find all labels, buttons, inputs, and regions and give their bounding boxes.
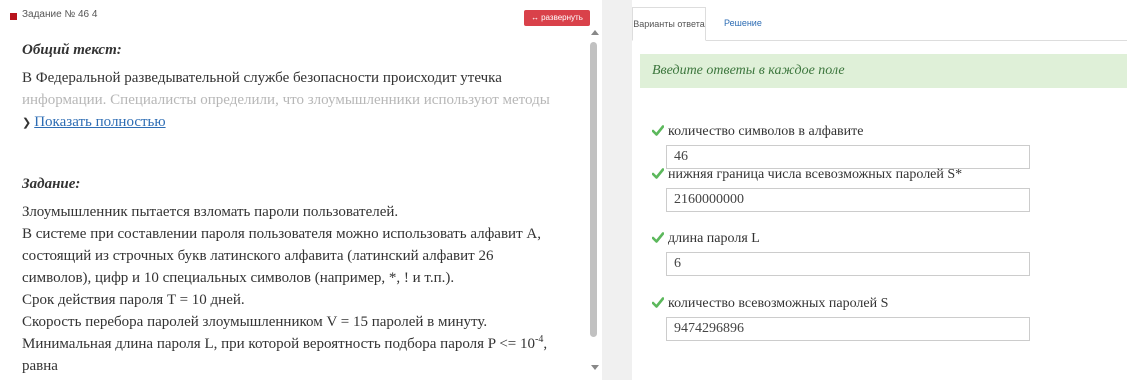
chevron-down-icon: ❯ [22,117,32,129]
tab-answers[interactable]: Варианты ответа [632,7,706,41]
assignment-line8: равна [22,358,58,374]
general-heading: Общий текст: [22,42,122,58]
answer-field-2: нижняя граница числа всевозможных пароле… [652,165,1030,212]
answer-tabs: Варианты ответа Решение [632,0,1127,41]
assignment-heading: Задание: [22,176,81,192]
answer-field-3: длина пароля L 6 [652,229,1030,276]
assignment-line6: Скорость перебора паролей злоумышленнико… [22,314,488,330]
answer-field-4: количество всевозможных паролей S 947429… [652,294,1030,341]
task-number: Задание № 46 4 [22,9,98,20]
field-label: нижняя граница числа всевозможных пароле… [668,167,963,182]
general-text-line1: В Федеральной разведывательной службе бе… [22,70,502,86]
check-icon [652,125,664,136]
show-more-link[interactable]: ❯ Показать полностью [22,114,166,130]
lower-bound-input[interactable]: 2160000000 [666,188,1030,212]
check-icon [652,232,664,243]
expand-button[interactable]: ↔ развернуть [524,10,590,26]
field-label: длина пароля L [668,231,760,246]
check-icon [652,297,664,308]
answer-panel: Варианты ответа Решение Введите ответы в… [632,0,1127,380]
expand-arrows-icon: ↔ [531,13,540,22]
tab-solution[interactable]: Решение [714,7,772,39]
assignment-line1: Злоумышленник пытается взломать пароли п… [22,204,399,220]
scroll-down-icon[interactable] [591,365,599,370]
password-count-input[interactable]: 9474296896 [666,317,1030,341]
assignment-line4: символов), цифр и 10 специальных символо… [22,270,455,286]
assignment-line3: состоящий из строчных букв латинского ал… [22,248,494,264]
assignment-line7-end: , [543,336,548,352]
task-marker-icon [10,13,17,20]
assignment-line7: Минимальная длина пароля L, при которой … [22,333,582,355]
general-text-line2: информации. Специалисты определили, что … [22,92,550,108]
task-header: Задание № 46 4 ↔ развернуть [0,0,600,30]
instruction-alert: Введите ответы в каждое поле [640,54,1127,88]
scroll-up-icon[interactable] [591,30,599,35]
field-label: количество символов в алфавите [668,124,864,139]
show-more-label: Показать полностью [34,114,166,130]
password-length-input[interactable]: 6 [666,252,1030,276]
assignment-line7-text: Минимальная длина пароля L, при которой … [22,336,536,352]
expand-label: развернуть [541,13,583,22]
answer-field-1: количество символов в алфавите 46 [652,122,1030,169]
task-panel: Задание № 46 4 ↔ развернуть Общий текст: … [0,0,600,380]
task-content: Общий текст: В Федеральной разведыватель… [22,39,582,377]
panel-divider [602,0,632,380]
assignment-line5: Срок действия пароля T = 10 дней. [22,292,245,308]
check-icon [652,168,664,179]
assignment-line2: В системе при составлении пароля пользов… [22,226,541,242]
scrollbar-thumb[interactable] [590,42,597,337]
field-label: количество всевозможных паролей S [668,296,889,311]
